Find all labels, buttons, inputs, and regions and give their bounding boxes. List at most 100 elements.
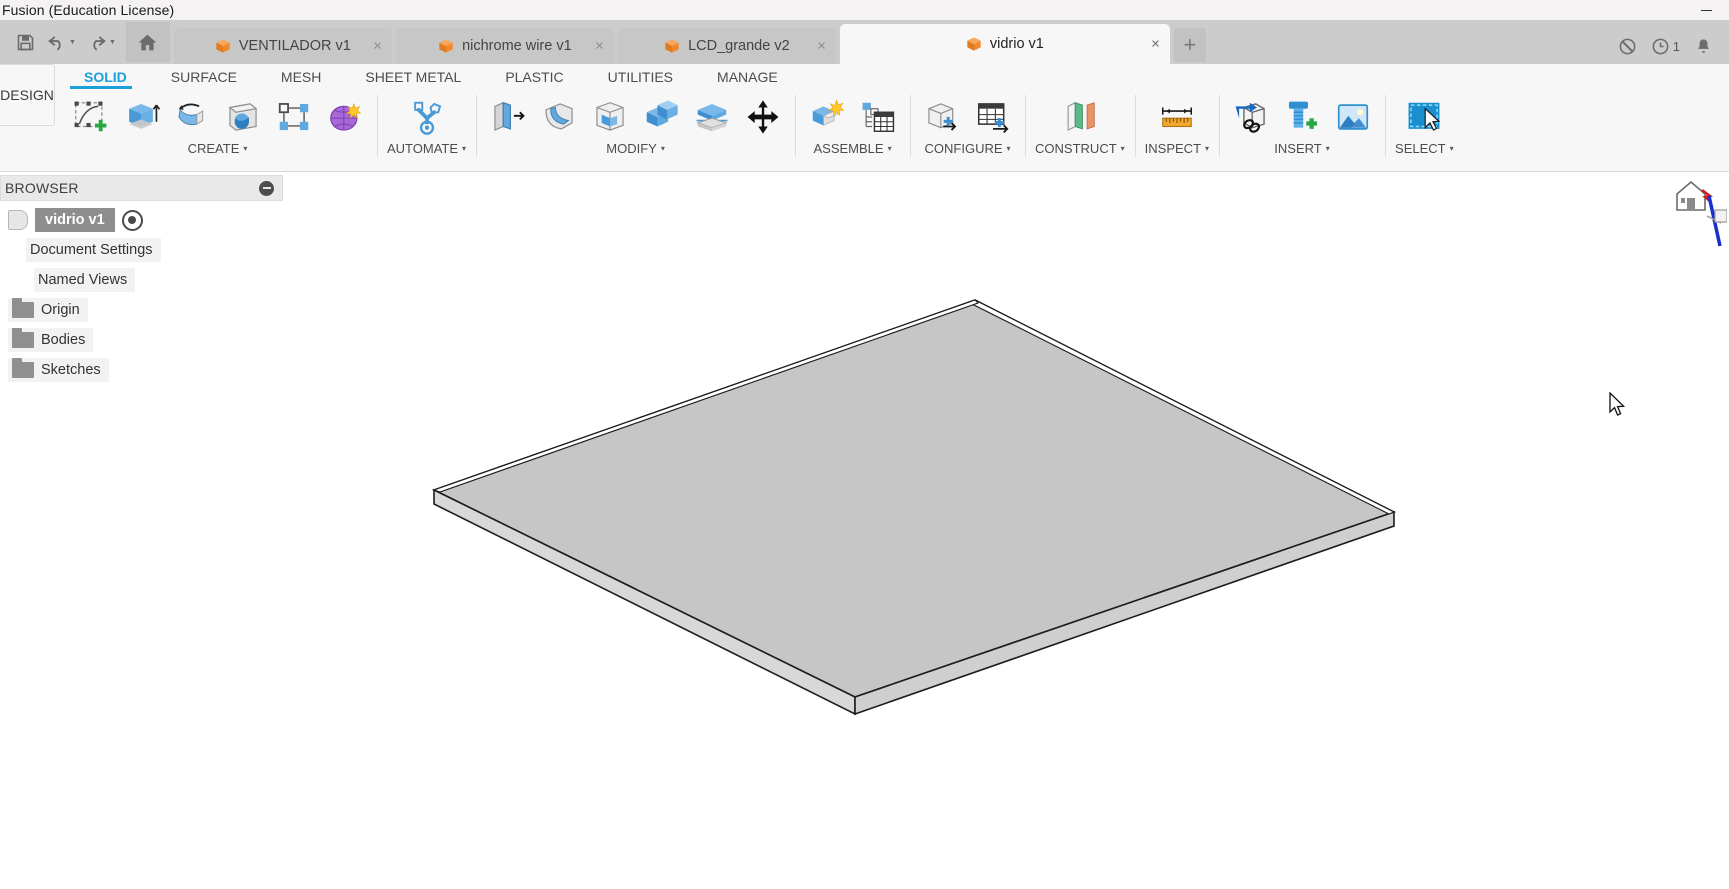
select-icon[interactable] <box>1402 93 1446 141</box>
folder-icon <box>12 298 34 318</box>
move-copy-icon[interactable] <box>741 93 785 141</box>
press-pull-icon[interactable] <box>486 93 530 141</box>
viewcube-home-widget[interactable] <box>1647 172 1728 287</box>
document-tabs: VENTILADOR v1 × nichrome wire v1 × LCD_g… <box>173 20 1604 64</box>
redo-icon[interactable] <box>82 27 112 57</box>
ribbon-tab-sheet-metal[interactable]: SHEET METAL <box>343 64 483 89</box>
tab-label-wrap: VENTILADOR v1 <box>215 38 351 54</box>
tab-close-icon[interactable]: × <box>1151 37 1160 52</box>
ribbon-tab-mesh[interactable]: MESH <box>259 64 343 89</box>
configure-body-icon[interactable] <box>920 93 964 141</box>
ribbon-panel-modify: MODIFY ▾ <box>476 89 795 171</box>
document-tab-lcd-grande[interactable]: LCD_grande v2 × <box>617 28 836 64</box>
job-status-icon[interactable]: 1 <box>1651 37 1680 56</box>
save-icon[interactable] <box>10 27 40 57</box>
ribbon-tab-manage[interactable]: MANAGE <box>695 64 800 89</box>
browser-item-label: Origin <box>41 302 80 318</box>
create-sketch-icon[interactable] <box>68 93 112 141</box>
browser-item-origin[interactable]: Origin <box>0 295 283 325</box>
panel-label-assemble[interactable]: ASSEMBLE ▾ <box>813 141 891 156</box>
ribbon-panel-create: CREATE ▾ <box>58 89 377 171</box>
offset-plane-icon[interactable] <box>1058 93 1102 141</box>
browser-root-row[interactable]: vidrio v1 <box>0 205 283 235</box>
mouse-cursor <box>1609 391 1627 423</box>
chevron-down-icon: ▾ <box>462 144 467 153</box>
chevron-down-icon: ▾ <box>1205 144 1210 153</box>
ribbon-tab-plastic[interactable]: PLASTIC <box>483 64 585 89</box>
redo-dropdown-caret[interactable]: ▼ <box>109 39 120 46</box>
panel-label-text: CONSTRUCT <box>1035 141 1117 156</box>
document-tab-ventilador[interactable]: VENTILADOR v1 × <box>173 28 392 64</box>
ribbon-panel-insert: INSERT ▾ <box>1219 89 1385 171</box>
combine-icon[interactable] <box>639 93 683 141</box>
insert-mcmaster-icon[interactable] <box>1280 93 1324 141</box>
panel-label-create[interactable]: CREATE ▾ <box>188 141 248 156</box>
collapse-icon[interactable] <box>259 180 274 196</box>
visibility-eye-icon[interactable] <box>121 209 143 231</box>
shell-icon[interactable] <box>588 93 632 141</box>
panel-label-select[interactable]: SELECT ▾ <box>1395 141 1454 156</box>
minimize-button[interactable] <box>1683 0 1729 20</box>
document-tab-vidrio[interactable]: vidrio v1 × <box>839 24 1170 64</box>
browser-item-label: Bodies <box>41 332 86 348</box>
panel-label-text: SELECT <box>1395 141 1446 156</box>
axis-indicator <box>1701 189 1728 247</box>
undo-dropdown-caret[interactable]: ▼ <box>69 39 80 46</box>
tab-close-icon[interactable]: × <box>595 39 604 54</box>
panel-label-modify[interactable]: MODIFY ▾ <box>606 141 665 156</box>
panel-label-text: MODIFY <box>606 141 657 156</box>
browser-item-named-views[interactable]: Named Views <box>0 265 283 295</box>
panel-label-inspect[interactable]: INSPECT ▾ <box>1145 141 1209 156</box>
select-tool-icons <box>1402 89 1446 145</box>
browser-item-bodies[interactable]: Bodies <box>0 325 283 355</box>
browser-item-sketches[interactable]: Sketches <box>0 355 283 385</box>
job-status-count: 1 <box>1672 39 1680 54</box>
home-button[interactable] <box>125 22 170 62</box>
document-tab-nichrome-wire[interactable]: nichrome wire v1 × <box>395 28 614 64</box>
panel-label-insert[interactable]: INSERT ▾ <box>1274 141 1329 156</box>
window-controls <box>1683 0 1729 20</box>
notifications-bell-icon[interactable] <box>1694 37 1713 56</box>
ribbon-tab-utilities[interactable]: UTILITIES <box>586 64 695 89</box>
extrude-icon[interactable] <box>119 93 163 141</box>
chevron-down-icon: ▾ <box>1449 144 1454 153</box>
automate-tool-icons <box>405 89 449 145</box>
sweep-icon[interactable] <box>221 93 265 141</box>
tab-close-icon[interactable]: × <box>373 39 382 54</box>
tab-title: VENTILADOR v1 <box>238 38 351 54</box>
fillet-icon[interactable] <box>537 93 581 141</box>
revolve-icon[interactable] <box>170 93 214 141</box>
help-icon[interactable] <box>1618 37 1637 56</box>
panel-label-construct[interactable]: CONSTRUCT ▾ <box>1035 141 1125 156</box>
automate-icon[interactable] <box>405 93 449 141</box>
ribbon-tab-surface[interactable]: SURFACE <box>149 64 259 89</box>
chevron-down-icon: ▾ <box>1325 144 1330 153</box>
configure-table-icon[interactable] <box>971 93 1015 141</box>
tab-title: LCD_grande v2 <box>688 38 790 54</box>
new-tab-button[interactable]: + <box>1173 28 1206 62</box>
pattern-icon[interactable] <box>272 93 316 141</box>
new-component-icon[interactable] <box>805 93 849 141</box>
folder-icon <box>12 358 34 378</box>
browser-title: BROWSER <box>5 180 79 196</box>
undo-icon[interactable] <box>42 27 72 57</box>
panel-label-text: INSPECT <box>1144 141 1202 156</box>
browser-header: BROWSER <box>0 175 283 201</box>
tab-close-icon[interactable]: × <box>817 39 826 54</box>
form-icon[interactable] <box>323 93 367 141</box>
ribbon-panels: CREATE ▾ AUTOMATE ▾ MODIFY ▾ ASSEMBLE ▾ … <box>0 89 1729 171</box>
ribbon-tab-row: SOLID SURFACE MESH SHEET METAL PLASTIC U… <box>0 64 1729 89</box>
home-icon <box>1676 180 1706 211</box>
joint-table-icon[interactable] <box>856 93 900 141</box>
quick-access-toolbar: ▼ ▼ <box>0 20 174 64</box>
insert-derive-icon[interactable] <box>1229 93 1273 141</box>
browser-item-label: Document Settings <box>30 242 153 258</box>
split-body-icon[interactable] <box>690 93 734 141</box>
workspace-selector[interactable]: DESIGN <box>0 64 55 126</box>
measure-icon[interactable] <box>1155 93 1199 141</box>
panel-label-automate[interactable]: AUTOMATE ▾ <box>387 141 466 156</box>
browser-item-document-settings[interactable]: Document Settings <box>0 235 283 265</box>
panel-label-configure[interactable]: CONFIGURE ▾ <box>925 141 1011 156</box>
insert-canvas-icon[interactable] <box>1331 93 1375 141</box>
browser-panel: BROWSER vidrio v1 Document Settings Name… <box>0 175 283 385</box>
